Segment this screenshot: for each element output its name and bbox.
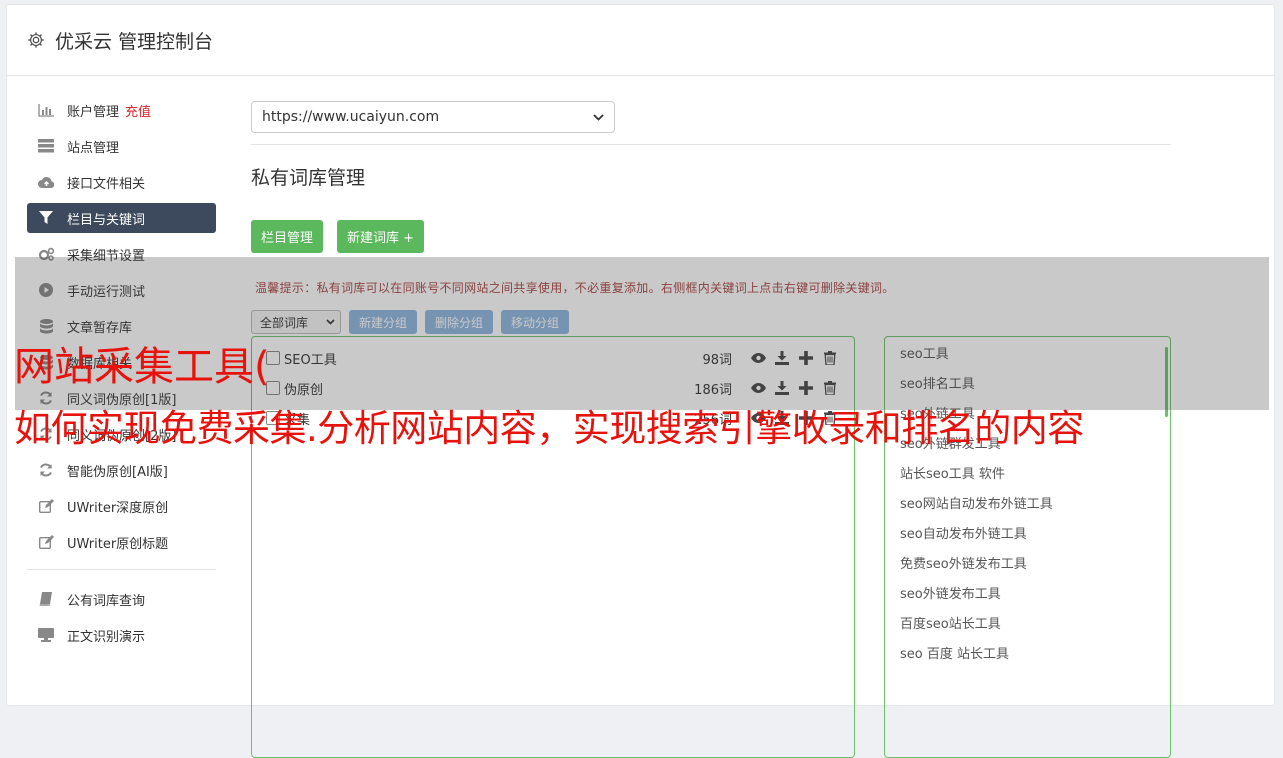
- site-select[interactable]: https://www.ucaiyun.com: [251, 101, 615, 133]
- page-title: 优采云 管理控制台: [55, 30, 214, 53]
- caption-line-2: 如何实现免费采集.分析网站内容，实现搜索引擎收录和排名的内容: [14, 407, 1084, 450]
- keyword-item[interactable]: 站长seo工具 软件: [885, 457, 1170, 487]
- edit-icon: [37, 499, 55, 513]
- header: 优采云 管理控制台: [7, 5, 1274, 76]
- server-icon: [37, 139, 55, 153]
- gear-icon: [28, 32, 44, 48]
- keyword-item[interactable]: 免费seo外链发布工具: [885, 547, 1170, 577]
- keyword-item[interactable]: 百度seo站长工具: [885, 607, 1170, 637]
- sidebar-item-label: UWriter深度原创: [67, 500, 169, 516]
- chevron-down-icon: [593, 113, 604, 121]
- sidebar-item-columns-keywords[interactable]: 栏目与关键词: [27, 203, 216, 233]
- sidebar-item-label: 正文识别演示: [67, 629, 146, 645]
- sidebar-item-label: 栏目与关键词: [67, 212, 146, 228]
- bar-chart-icon: [37, 103, 55, 117]
- cloud-upload-icon: [37, 175, 55, 189]
- sidebar-item-label: 智能伪原创[AI版]: [67, 464, 168, 480]
- sidebar-item-label: 公有词库查询: [67, 593, 146, 609]
- monitor-icon: [37, 628, 55, 642]
- sidebar-item-ai-rewrite[interactable]: 智能伪原创[AI版]: [27, 455, 216, 485]
- sidebar-item-label: 接口文件相关: [67, 176, 146, 192]
- filter-icon: [37, 211, 55, 225]
- sidebar-item-sites[interactable]: 站点管理: [27, 131, 216, 161]
- site-select-value: https://www.ucaiyun.com: [262, 109, 440, 125]
- recharge-link[interactable]: 充值: [125, 101, 151, 120]
- keyword-item[interactable]: seo自动发布外链工具: [885, 517, 1170, 547]
- sidebar-item-account[interactable]: 账户管理 充值: [27, 95, 216, 125]
- refresh-icon: [37, 463, 55, 477]
- edit-icon: [37, 535, 55, 549]
- book-icon: [37, 592, 55, 606]
- keyword-item[interactable]: seo 百度 站长工具: [885, 637, 1170, 667]
- sidebar-item-text-detect[interactable]: 正文识别演示: [27, 620, 216, 650]
- section-title: 私有词库管理: [251, 167, 366, 189]
- sidebar-item-label: 账户管理: [67, 104, 120, 120]
- sidebar-divider: [27, 569, 216, 570]
- keyword-item[interactable]: seo网站自动发布外链工具: [885, 487, 1170, 517]
- divider: [251, 144, 1171, 145]
- sidebar-item-uwriter-title[interactable]: UWriter原创标题: [27, 527, 216, 557]
- caption-line-1: 网站采集工具(: [14, 344, 270, 390]
- sidebar-item-label: UWriter原创标题: [67, 536, 169, 552]
- column-manage-button[interactable]: 栏目管理: [251, 220, 324, 253]
- sidebar-item-uwriter-deep[interactable]: UWriter深度原创: [27, 491, 216, 521]
- sidebar-item-label: 站点管理: [67, 140, 120, 156]
- keyword-item[interactable]: seo外链发布工具: [885, 577, 1170, 607]
- button-row: 栏目管理 新建词库 +: [251, 220, 1171, 253]
- new-lexicon-button[interactable]: 新建词库 +: [337, 220, 425, 253]
- sidebar-item-interface[interactable]: 接口文件相关: [27, 167, 216, 197]
- sidebar-item-public-lexicon[interactable]: 公有词库查询: [27, 584, 216, 614]
